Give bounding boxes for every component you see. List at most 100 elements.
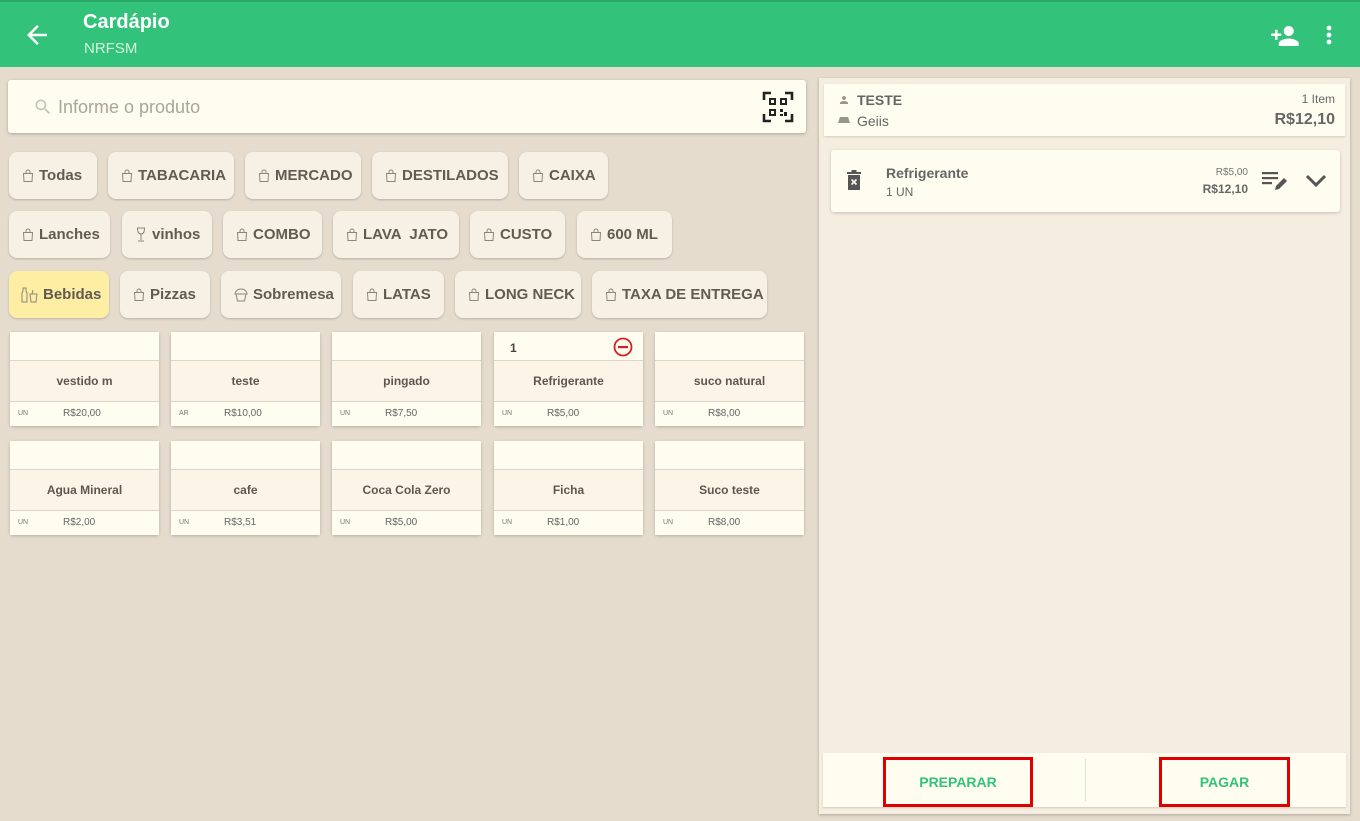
product-unit: UN — [340, 519, 351, 526]
bag-icon — [532, 169, 544, 182]
product-card[interactable]: vestido m UN R$20,00 — [10, 332, 159, 426]
product-unit: UN — [18, 410, 29, 417]
app-bar: Cardápio NRFSM — [0, 0, 1360, 67]
prepare-button[interactable]: PREPARAR — [883, 757, 1033, 807]
category-chip-latas[interactable]: LATAS — [353, 271, 444, 318]
qr-code-icon — [762, 91, 794, 123]
chevron-down-icon — [1305, 174, 1327, 188]
order-total: R$12,10 — [1274, 111, 1336, 128]
product-card[interactable]: cafe UN R$3,51 — [171, 441, 320, 535]
product-name: teste — [231, 374, 260, 388]
product-unit: UN — [663, 519, 674, 526]
category-label: Sobremesa — [253, 286, 334, 303]
cupcake-icon — [234, 288, 248, 302]
product-card[interactable]: pingado UN R$7,50 — [332, 332, 481, 426]
product-name: Suco teste — [699, 483, 760, 497]
order-header[interactable]: TESTE Geiis 1 Item R$12,10 — [824, 84, 1345, 136]
order-item[interactable]: Refrigerante 1 UN R$5,00 R$12,10 — [831, 150, 1340, 212]
bag-icon — [258, 169, 270, 182]
product-price: R$8,00 — [708, 517, 741, 528]
remove-one-button[interactable] — [613, 337, 633, 362]
item-total: R$12,10 — [1202, 182, 1248, 196]
search-icon — [35, 99, 51, 115]
category-chip-todas[interactable]: Todas — [9, 152, 97, 199]
category-label: LATAS — [383, 286, 431, 303]
bag-icon — [468, 288, 480, 301]
product-card[interactable]: teste AR R$10,00 — [171, 332, 320, 426]
category-chip-vinhos[interactable]: vinhos — [122, 211, 212, 258]
product-name: Agua Mineral — [46, 483, 123, 497]
product-name: Ficha — [552, 483, 585, 497]
person-add-icon — [1271, 26, 1299, 46]
bag-icon — [22, 228, 34, 241]
product-unit: UN — [502, 410, 513, 417]
category-chip-taxa-de-entrega[interactable]: TAXA DE ENTREGA — [592, 271, 767, 318]
product-card[interactable]: Agua Mineral UN R$2,00 — [10, 441, 159, 535]
arrow-back-icon — [27, 25, 47, 45]
product-unit: UN — [340, 410, 351, 417]
category-label: DESTILADOS — [402, 167, 499, 184]
category-label: CUSTO — [500, 226, 553, 243]
category-label: vinhos — [152, 226, 201, 243]
product-unit: UN — [663, 410, 674, 417]
category-chip-bebidas[interactable]: Bebidas — [9, 271, 109, 318]
product-price: R$3,51 — [224, 517, 257, 528]
category-label: Bebidas — [43, 286, 102, 303]
item-unit-price: R$5,00 — [1215, 167, 1248, 178]
category-label: Lanches — [39, 226, 100, 243]
back-button[interactable] — [22, 20, 52, 50]
delete-item-button[interactable] — [846, 170, 862, 195]
add-user-button[interactable] — [1270, 21, 1300, 51]
product-price: R$5,00 — [547, 408, 580, 419]
product-card[interactable]: Ficha UN R$1,00 — [494, 441, 643, 535]
category-chip-long-neck[interactable]: LONG NECK — [455, 271, 581, 318]
order-actions: PREPARAR PAGAR — [823, 753, 1346, 807]
product-unit: UN — [179, 519, 190, 526]
category-chip-mercado[interactable]: MERCADO — [245, 152, 361, 199]
item-count: 1 Item — [1301, 92, 1335, 106]
bag-icon — [236, 228, 248, 241]
product-card[interactable]: Suco teste UN R$8,00 — [655, 441, 804, 535]
product-price: R$7,50 — [385, 408, 418, 419]
category-chip-caixa[interactable]: CAIXA — [519, 152, 608, 199]
product-unit: AR — [179, 410, 189, 417]
product-card[interactable]: suco natural UN R$8,00 — [655, 332, 804, 426]
pay-button[interactable]: PAGAR — [1159, 757, 1290, 807]
product-card[interactable]: Coca Cola Zero UN R$5,00 — [332, 441, 481, 535]
category-chip-lava-jato[interactable]: LAVA JATO — [333, 211, 459, 258]
search-input[interactable] — [58, 92, 738, 122]
product-unit: UN — [18, 519, 29, 526]
product-card[interactable]: 1 Refrigerante UN R$5,00 — [494, 332, 643, 426]
product-price: R$10,00 — [224, 408, 262, 419]
product-name: suco natural — [693, 374, 766, 388]
product-unit: UN — [502, 519, 513, 526]
product-price: R$8,00 — [708, 408, 741, 419]
bag-icon — [385, 169, 397, 182]
edit-note-button[interactable] — [1261, 170, 1289, 197]
expand-item-button[interactable] — [1304, 170, 1328, 197]
category-chip-600-ml[interactable]: 600 ML — [577, 211, 672, 258]
category-chip-custo[interactable]: CUSTO — [470, 211, 565, 258]
category-chip-destilados[interactable]: DESTILADOS — [372, 152, 508, 199]
category-chip-pizzas[interactable]: Pizzas — [120, 271, 210, 318]
table-name: Geiis — [857, 113, 889, 129]
product-price: R$2,00 — [63, 517, 96, 528]
product-quantity: 1 — [510, 341, 517, 355]
category-chip-combo[interactable]: COMBO — [223, 211, 322, 258]
category-chip-sobremesa[interactable]: Sobremesa — [221, 271, 341, 318]
more-options-button[interactable] — [1318, 21, 1340, 51]
qr-scan-button[interactable] — [762, 91, 794, 123]
category-label: Todas — [39, 167, 83, 184]
category-label: TAXA DE ENTREGA — [622, 286, 764, 303]
actions-divider — [1085, 759, 1086, 801]
category-chip-lanches[interactable]: Lanches — [9, 211, 110, 258]
product-name: vestido m — [56, 374, 113, 388]
item-name: Refrigerante — [886, 165, 969, 181]
page-subtitle: NRFSM — [84, 40, 138, 57]
product-name: pingado — [383, 374, 430, 388]
person-icon — [840, 96, 848, 104]
page-title: Cardápio — [83, 11, 170, 33]
category-chip-tabacaria[interactable]: TABACARIA — [108, 152, 234, 199]
bag-icon — [590, 228, 602, 241]
category-label: LAVA JATO — [363, 226, 449, 243]
